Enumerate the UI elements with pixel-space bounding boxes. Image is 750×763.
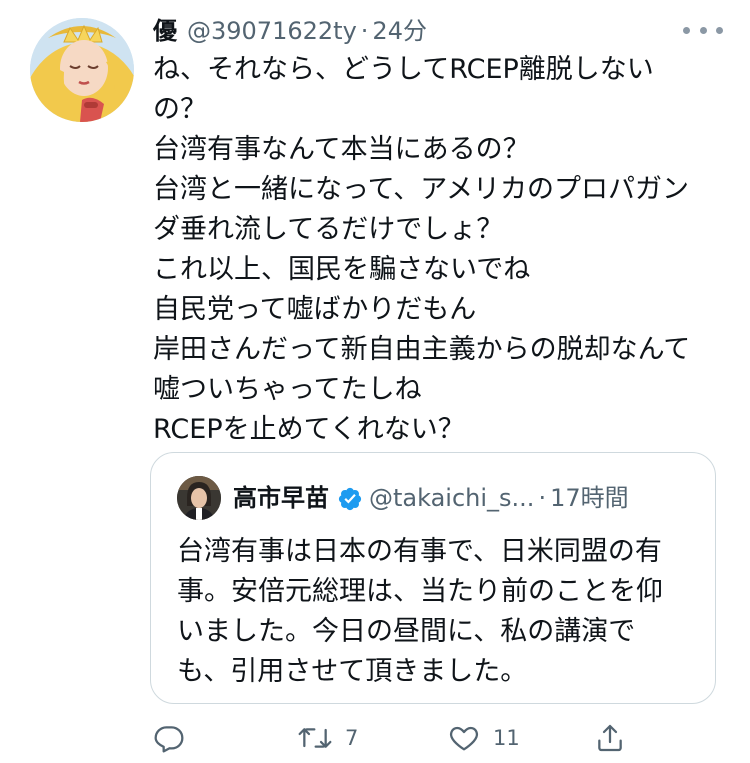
retweet-count: 7 xyxy=(345,726,359,750)
tweet-text-line: これ以上、国民を騙さないでね xyxy=(153,254,531,285)
tweet-text-line: 自民党って嘘ばかりだもん xyxy=(153,294,477,325)
avatar-image xyxy=(30,18,134,122)
quote-avatar[interactable] xyxy=(177,476,221,520)
tweet-text-line: 台湾有事なんて本当にあるの？ xyxy=(153,134,530,165)
like-button[interactable]: 11 xyxy=(447,718,520,758)
avatar[interactable] xyxy=(30,18,134,122)
tweet-actions-bar: 7 11 xyxy=(0,718,750,758)
tweet-text-line: 台湾と一緒になって、アメリカのプロパガン xyxy=(153,174,689,205)
tweet-text-line: RCEPを止めてくれない？ xyxy=(153,414,465,445)
tweet-text-line: 岸田さんだって新自由主義からの脱却なんて xyxy=(153,334,691,365)
like-count: 11 xyxy=(493,726,520,750)
quote-avatar-image xyxy=(177,476,221,520)
more-horizontal-icon[interactable] xyxy=(683,20,723,40)
tweet-text-line: 嘘ついちゃってたしね xyxy=(153,374,422,405)
quote-timestamp[interactable]: 17時間 xyxy=(550,479,629,517)
quote-handle[interactable]: @takaichi_s... xyxy=(369,479,534,517)
quote-text-line: いました。今日の昼間に、私の講演で xyxy=(177,616,636,647)
verified-badge-icon xyxy=(337,485,363,511)
reply-button[interactable] xyxy=(153,718,185,758)
retweet-icon xyxy=(297,722,333,754)
share-icon xyxy=(594,722,626,754)
header-separator: · xyxy=(360,17,369,45)
quote-header: 高市早苗 @takaichi_s... · 17時間 xyxy=(233,479,629,517)
tweet-text-line: ダ垂れ流してるだけでしょ？ xyxy=(153,214,504,245)
quote-text-line: 台湾有事は日本の有事で、日米同盟の有 xyxy=(177,536,662,567)
heart-icon xyxy=(447,722,481,754)
quote-header-separator: · xyxy=(538,484,547,512)
display-name[interactable]: 優 xyxy=(153,14,177,48)
quote-text-line: も、引用させて頂きました。 xyxy=(177,656,528,687)
quote-display-name[interactable]: 高市早苗 xyxy=(233,479,329,517)
quoted-tweet-card[interactable]: 高市早苗 @takaichi_s... · 17時間 台湾有事は日本の有事で、日… xyxy=(150,452,716,704)
tweet-text: ね、それなら、どうしてRCEP離脱しない の？ 台湾有事なんて本当にあるの？ 台… xyxy=(153,50,733,450)
quote-text-line: 事。安倍元総理は、当たり前のことを仰 xyxy=(177,576,663,607)
user-handle[interactable]: @39071622ty xyxy=(187,14,357,48)
share-button[interactable] xyxy=(594,718,626,758)
tweet-text-line: ね、それなら、どうしてRCEP離脱しない xyxy=(153,54,654,85)
tweet-timestamp[interactable]: 24分 xyxy=(372,14,427,48)
quote-text: 台湾有事は日本の有事で、日米同盟の有 事。安倍元総理は、当たり前のことを仰 いま… xyxy=(177,532,697,692)
reply-icon xyxy=(153,722,185,754)
tweet-text-line: の？ xyxy=(153,94,207,125)
tweet-header: 優 @39071622ty · 24分 xyxy=(153,14,427,48)
retweet-button[interactable]: 7 xyxy=(297,718,358,758)
